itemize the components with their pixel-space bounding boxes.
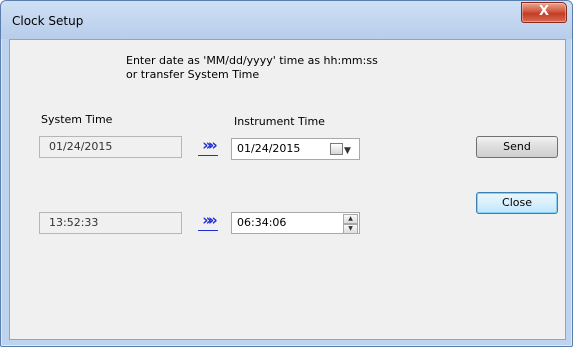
- window-title: Clock Setup: [12, 14, 84, 28]
- instructions-text: Enter date as 'MM/dd/yyyy' time as hh:mm…: [126, 54, 378, 81]
- triangle-up-icon[interactable]: ▲: [343, 214, 358, 224]
- instrument-date-picker[interactable]: 01/24/2015 ▼: [231, 138, 360, 160]
- instrument-time-value: 06:34:06: [237, 216, 287, 229]
- instrument-time-spinner[interactable]: 06:34:06 ▲ ▼: [231, 212, 360, 234]
- system-time-label: System Time: [41, 113, 113, 126]
- instrument-time-label: Instrument Time: [234, 115, 325, 128]
- window-close-button[interactable]: X: [521, 2, 567, 23]
- system-time-field: 13:52:33: [39, 212, 182, 234]
- send-button[interactable]: Send: [476, 136, 558, 158]
- time-spin-buttons[interactable]: ▲ ▼: [343, 214, 358, 234]
- transfer-date-button[interactable]: »»: [198, 137, 218, 156]
- title-bar[interactable]: Clock Setup X: [1, 1, 572, 39]
- close-button[interactable]: Close: [476, 192, 558, 214]
- chevron-down-icon: ▼: [344, 146, 351, 156]
- triangle-down-icon[interactable]: ▼: [343, 224, 358, 234]
- calendar-icon: [330, 143, 343, 155]
- transfer-time-button[interactable]: »»: [198, 212, 218, 231]
- clock-setup-dialog: Clock Setup X Enter date as 'MM/dd/yyyy'…: [0, 0, 573, 347]
- date-dropdown-button[interactable]: ▼: [330, 142, 356, 156]
- instrument-date-value: 01/24/2015: [237, 142, 301, 155]
- dialog-body: Enter date as 'MM/dd/yyyy' time as hh:mm…: [9, 39, 566, 340]
- double-chevron-right-icon: »»: [202, 211, 218, 229]
- double-chevron-right-icon: »»: [202, 136, 218, 154]
- system-date-field: 01/24/2015: [39, 136, 182, 158]
